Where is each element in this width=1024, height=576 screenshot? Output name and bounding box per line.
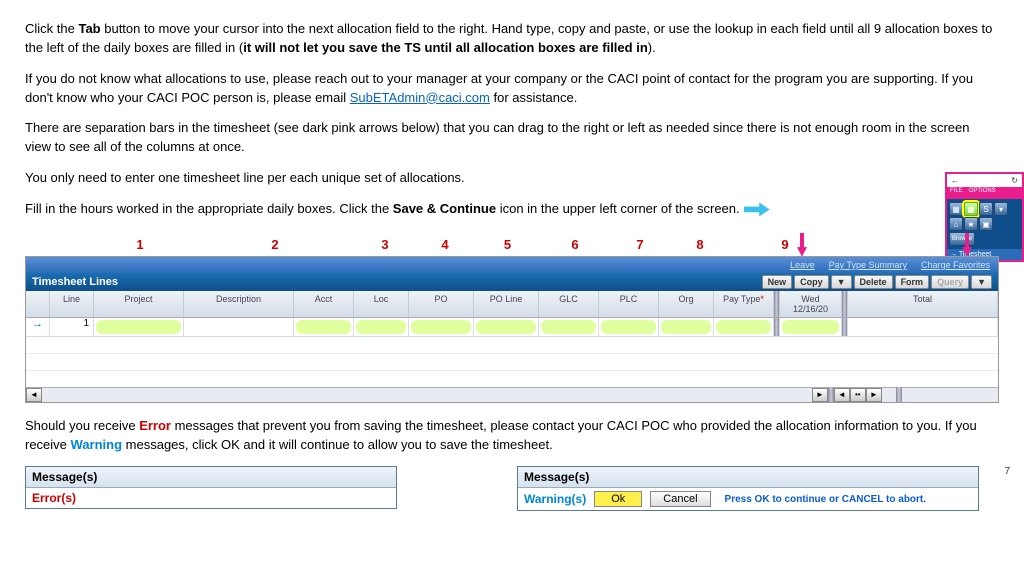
paragraph-5: Fill in the hours worked in the appropri… xyxy=(25,200,999,219)
back-icon: ← xyxy=(951,176,959,185)
scroll-left[interactable]: ◄ xyxy=(26,388,42,402)
form-button[interactable]: Form xyxy=(895,275,930,289)
pay-type-summary-link[interactable]: Pay Type Summary xyxy=(829,260,907,270)
panel-title: Timesheet Lines xyxy=(32,276,118,288)
email-link[interactable]: SubETAdmin@caci.com xyxy=(350,90,490,105)
blue-arrow-icon xyxy=(744,202,770,216)
warning-message-box: Message(s) Warning(s) Ok Cancel Press OK… xyxy=(517,466,979,511)
paragraph-1: Click the Tab button to move your cursor… xyxy=(25,20,999,58)
menu-dropdown[interactable]: ▼ xyxy=(971,275,992,289)
refresh-icon: ↻ xyxy=(1011,176,1018,185)
ok-button[interactable]: Ok xyxy=(594,491,642,507)
scroll-right[interactable]: ► xyxy=(812,388,828,402)
copy-dropdown[interactable]: ▼ xyxy=(831,275,852,289)
error-message-box: Message(s) Error(s) xyxy=(25,466,397,509)
home-icon: ⌂ xyxy=(949,217,963,231)
timesheet-screenshot: Leave Pay Type Summary Charge Favorites … xyxy=(25,256,999,403)
disk-icon: ▦ xyxy=(949,202,963,216)
tool-icon: S xyxy=(979,202,993,216)
paragraph-errors: Should you receive Error messages that p… xyxy=(25,417,999,455)
paragraph-2: If you do not know what allocations to u… xyxy=(25,70,999,108)
copy-button[interactable]: Copy xyxy=(794,275,829,289)
delete-button[interactable]: Delete xyxy=(854,275,893,289)
table-row[interactable]: → 1 xyxy=(26,318,998,337)
save-continue-icon: ▦ xyxy=(964,202,978,216)
column-numbers: 1 2 3 4 5 6 7 8 9 xyxy=(25,231,999,256)
paragraph-3: There are separation bars in the timeshe… xyxy=(25,119,999,157)
cancel-button[interactable]: Cancel xyxy=(650,491,710,507)
dropdown-icon: ▾ xyxy=(994,202,1008,216)
charge-favorites-link[interactable]: Charge Favorites xyxy=(921,260,990,270)
leave-link[interactable]: Leave xyxy=(790,260,815,270)
column-headers: Line Project Description Acct Loc PO PO … xyxy=(26,291,998,318)
grid-icon: ▣ xyxy=(979,217,993,231)
paragraph-4: You only need to enter one timesheet lin… xyxy=(25,169,999,188)
page-number: 7 xyxy=(1004,466,1010,477)
star-icon: ★ xyxy=(964,217,978,231)
row-arrow-icon: → xyxy=(26,318,50,336)
query-button[interactable]: Query xyxy=(931,275,969,289)
new-button[interactable]: New xyxy=(762,275,793,289)
